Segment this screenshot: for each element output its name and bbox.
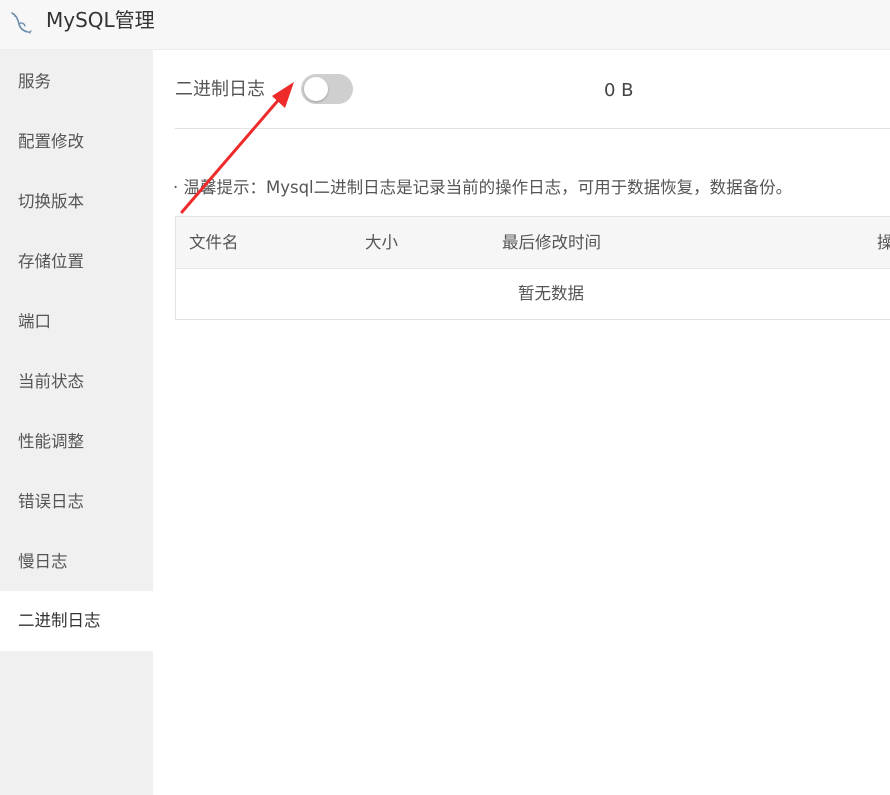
binlog-size: 0 B	[604, 80, 634, 101]
column-modified-time: 最后修改时间	[502, 233, 601, 252]
sidebar-item-switch-version[interactable]: 切换版本	[0, 172, 153, 232]
sidebar-item-status[interactable]: 当前状态	[0, 352, 153, 412]
divider	[175, 128, 890, 129]
sidebar-item-service[interactable]: 服务	[0, 52, 153, 112]
binlog-label: 二进制日志	[175, 79, 265, 100]
sidebar-item-binlog[interactable]: 二进制日志	[0, 591, 153, 651]
column-actions: 操	[877, 233, 890, 252]
binlog-table: 文件名 大小 最后修改时间 操 暂无数据	[175, 216, 890, 320]
sidebar-item-storage[interactable]: 存储位置	[0, 232, 153, 292]
mysql-dolphin-icon	[11, 12, 32, 34]
title-bar: MySQL管理	[0, 0, 890, 50]
tip-text: · 温馨提示：Mysql二进制日志是记录当前的操作日志，可用于数据恢复，数据备份…	[173, 178, 793, 197]
sidebar-item-port[interactable]: 端口	[0, 292, 153, 352]
binlog-toggle[interactable]	[301, 74, 353, 104]
table-header: 文件名 大小 最后修改时间 操	[176, 217, 890, 269]
binlog-panel: 二进制日志 0 B · 温馨提示：Mysql二进制日志是记录当前的操作日志，可用…	[153, 50, 890, 795]
column-filename: 文件名	[189, 233, 239, 252]
sidebar-item-slow-log[interactable]: 慢日志	[0, 532, 153, 592]
app-title: MySQL管理	[46, 8, 155, 32]
column-size: 大小	[365, 233, 398, 252]
table-empty-text: 暂无数据	[518, 284, 584, 303]
sidebar-item-error-log[interactable]: 错误日志	[0, 472, 153, 532]
sidebar-item-config[interactable]: 配置修改	[0, 112, 153, 172]
sidebar: 服务 配置修改 切换版本 存储位置 端口 当前状态 性能调整 错误日志 慢日志 …	[0, 50, 153, 795]
sidebar-item-performance[interactable]: 性能调整	[0, 412, 153, 472]
toggle-knob	[304, 77, 328, 101]
